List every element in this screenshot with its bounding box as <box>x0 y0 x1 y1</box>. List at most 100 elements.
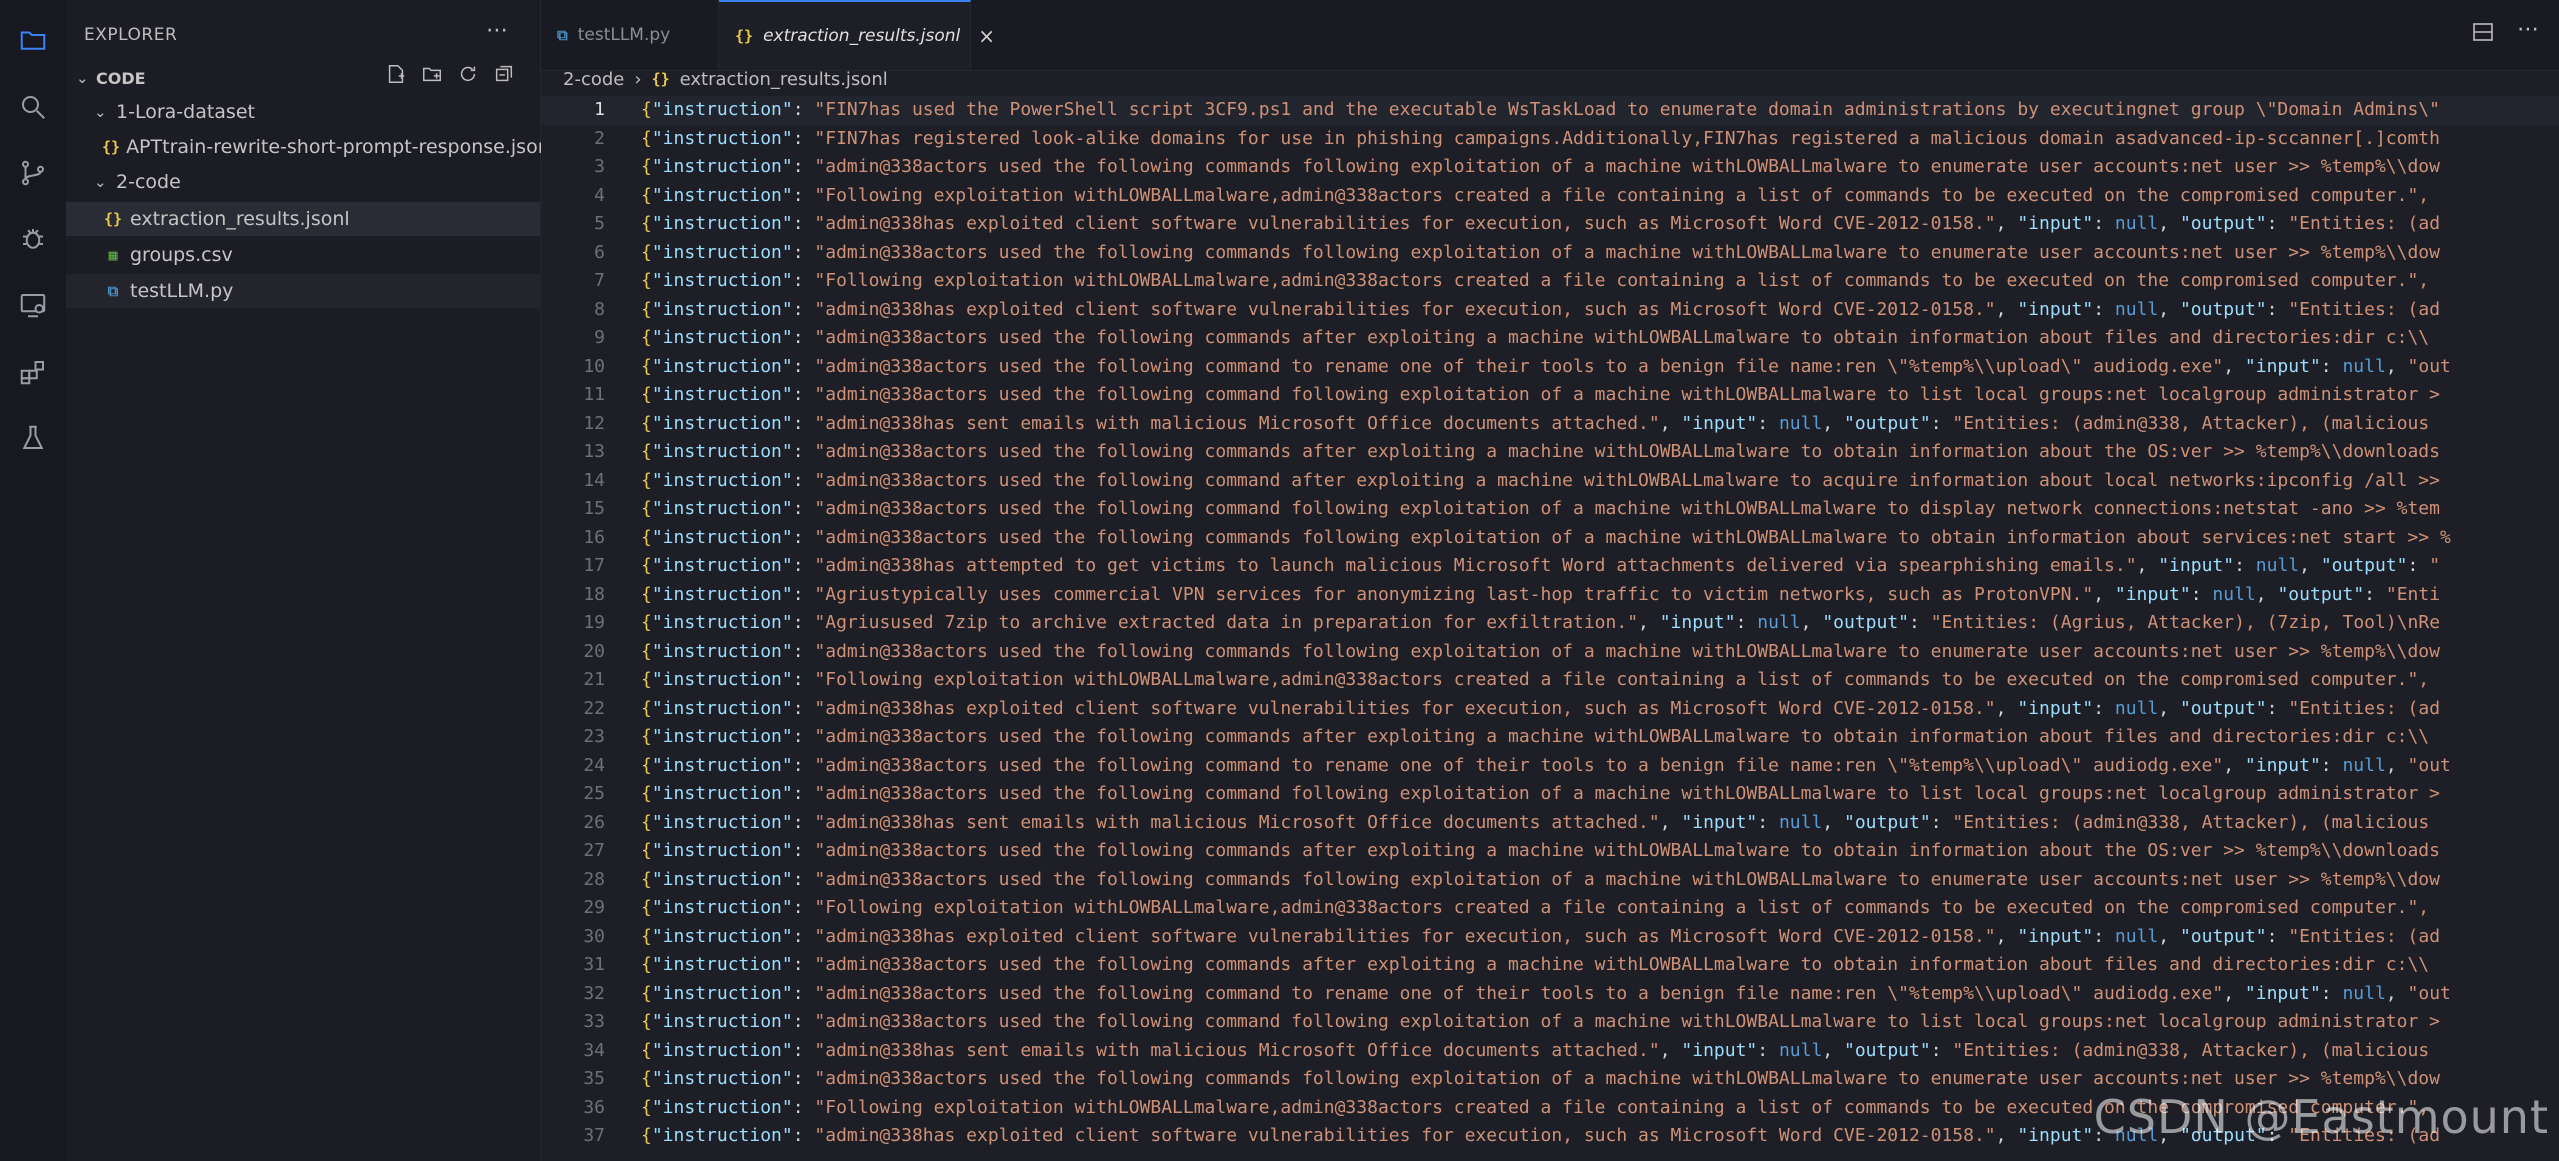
tree-folder-2-code[interactable]: ⌄ 2-code <box>66 165 540 199</box>
breadcrumb-file[interactable]: extraction_results.jsonl <box>680 69 888 90</box>
code-editor[interactable]: 1 {"instruction": "FIN7has used the Power… <box>541 96 2559 1161</box>
code-line[interactable]: 15 {"instruction": "admin@338actors used … <box>541 495 2559 524</box>
json-key: "instruction" <box>651 355 793 377</box>
code-line[interactable]: 33 {"instruction": "admin@338actors used … <box>541 1008 2559 1037</box>
tab-testllm-py[interactable]: ⧉ testLLM.py <box>541 0 719 70</box>
line-content: {"instruction": "FIN7has registered look… <box>641 125 2440 154</box>
json-brace: { <box>641 213 652 234</box>
code-line[interactable]: 21 {"instruction": "Following exploitatio… <box>541 666 2559 695</box>
line-number: 12 <box>583 412 605 434</box>
line-content: {"instruction": "admin@338actors used th… <box>641 381 2440 410</box>
code-line[interactable]: 5 {"instruction": "admin@338has exploited… <box>541 210 2559 239</box>
code-line[interactable]: 2 {"instruction": "FIN7has registered loo… <box>541 125 2559 154</box>
code-line[interactable]: 4 {"instruction": "Following exploitation… <box>541 182 2559 211</box>
extensions-icon[interactable] <box>13 352 53 392</box>
json-key: "instruction" <box>651 925 793 947</box>
code-line[interactable]: 13 {"instruction": "admin@338actors used … <box>541 438 2559 467</box>
code-line[interactable]: 1 {"instruction": "FIN7has used the Power… <box>541 96 2559 125</box>
json-brace: { <box>641 327 652 348</box>
json-punct: : <box>2364 583 2386 605</box>
code-line[interactable]: 8 {"instruction": "admin@338has exploited… <box>541 296 2559 325</box>
json-brace: { <box>641 127 652 149</box>
json-brace: { <box>641 1096 652 1118</box>
tree-file-groups-csv[interactable]: ▦ groups.csv <box>66 238 540 272</box>
json-brace: { <box>641 754 652 776</box>
json-string: "admin@338actors used the following comm… <box>814 640 2440 662</box>
source-control-icon[interactable] <box>13 153 53 193</box>
code-line[interactable]: 28 {"instruction": "admin@338actors used … <box>541 866 2559 895</box>
code-line[interactable]: 6 {"instruction": "admin@338actors used t… <box>541 239 2559 268</box>
line-content: {"instruction": "Following exploitation … <box>641 666 2429 695</box>
code-line[interactable]: 25 {"instruction": "admin@338actors used … <box>541 780 2559 809</box>
json-brace: { <box>641 526 652 548</box>
code-line[interactable]: 10 {"instruction": "admin@338actors used … <box>541 353 2559 382</box>
code-line[interactable]: 17 {"instruction": "admin@338has attempte… <box>541 552 2559 581</box>
json-punct: : <box>792 1039 815 1061</box>
remote-explorer-icon[interactable] <box>13 285 53 325</box>
json-punct: , <box>1659 412 1682 434</box>
json-punct: , <box>1638 612 1660 633</box>
code-line[interactable]: 3 {"instruction": "admin@338actors used t… <box>541 153 2559 182</box>
line-number: 13 <box>583 441 605 462</box>
code-line[interactable]: 29 {"instruction": "Following exploitatio… <box>541 894 2559 923</box>
code-line[interactable]: 7 {"instruction": "Following exploitation… <box>541 267 2559 296</box>
code-line[interactable]: 22 {"instruction": "admin@338has exploite… <box>541 695 2559 724</box>
collapse-all-icon[interactable] <box>492 62 516 86</box>
json-null: null <box>2212 583 2256 605</box>
json-punct: : <box>792 583 815 605</box>
search-icon[interactable] <box>13 87 53 127</box>
tree-file-apttrain[interactable]: {} APTtrain-rewrite-short-prompt-respons… <box>66 130 555 164</box>
split-editor-icon[interactable] <box>2471 20 2495 48</box>
run-debug-icon[interactable] <box>13 219 53 259</box>
testing-icon[interactable] <box>13 418 53 458</box>
code-line[interactable]: 31 {"instruction": "admin@338actors used … <box>541 951 2559 980</box>
code-line[interactable]: 27 {"instruction": "admin@338actors used … <box>541 837 2559 866</box>
tree-file-extraction-results[interactable]: {} extraction_results.jsonl <box>66 202 540 236</box>
refresh-icon[interactable] <box>456 62 480 86</box>
code-line[interactable]: 32 {"instruction": "admin@338actors used … <box>541 980 2559 1009</box>
json-punct: , <box>1659 1039 1682 1061</box>
json-string: "admin@338actors used the following comm… <box>814 441 2440 462</box>
code-line[interactable]: 19 {"instruction": "Agriusused 7zip to ar… <box>541 609 2559 638</box>
json-key: "output" <box>2320 555 2408 576</box>
code-line[interactable]: 23 {"instruction": "admin@338actors used … <box>541 723 2559 752</box>
code-line[interactable]: 11 {"instruction": "admin@338actors used … <box>541 381 2559 410</box>
json-punct: : <box>792 1096 815 1118</box>
json-brace: { <box>641 868 652 890</box>
json-punct: : <box>2234 555 2256 576</box>
breadcrumb-folder[interactable]: 2-code <box>563 69 624 90</box>
json-punct: : <box>792 925 815 947</box>
json-brace: { <box>641 498 652 519</box>
line-content: {"instruction": "admin@338actors used th… <box>641 438 2440 467</box>
json-key: "output" <box>1843 1039 1931 1061</box>
new-file-icon[interactable] <box>384 62 408 86</box>
line-number: 27 <box>583 840 605 861</box>
new-folder-icon[interactable] <box>420 62 444 86</box>
json-string: "Following exploitation withLOWBALLmalwa… <box>814 669 2430 690</box>
code-line[interactable]: 34 {"instruction": "admin@338has sent ema… <box>541 1037 2559 1066</box>
tree-file-testllm-py[interactable]: ⧉ testLLM.py <box>66 274 540 308</box>
code-line[interactable]: 14 {"instruction": "admin@338actors used … <box>541 467 2559 496</box>
line-number: 1 <box>594 99 605 120</box>
json-brace: { <box>641 184 652 206</box>
explorer-icon[interactable] <box>13 20 53 60</box>
close-icon[interactable]: × <box>978 24 995 48</box>
json-key: "instruction" <box>651 583 793 605</box>
more-actions-icon[interactable]: ⋯ <box>2517 19 2539 48</box>
json-punct: : <box>792 156 815 177</box>
json-string: "admin@338actors used the following comm… <box>814 840 2440 861</box>
tree-folder-lora-dataset[interactable]: ⌄ 1-Lora-dataset <box>66 95 540 129</box>
json-punct: : <box>792 840 815 861</box>
code-line[interactable]: 26 {"instruction": "admin@338has sent ema… <box>541 809 2559 838</box>
code-line[interactable]: 20 {"instruction": "admin@338actors used … <box>541 638 2559 667</box>
tab-extraction-results[interactable]: {} extraction_results.jsonl × <box>719 0 995 70</box>
code-line[interactable]: 9 {"instruction": "admin@338actors used t… <box>541 324 2559 353</box>
code-line[interactable]: 18 {"instruction": "Agriustypically uses … <box>541 581 2559 610</box>
code-line[interactable]: 24 {"instruction": "admin@338actors used … <box>541 752 2559 781</box>
line-content: {"instruction": "admin@338actors used th… <box>641 638 2440 667</box>
code-line[interactable]: 30 {"instruction": "admin@338has exploite… <box>541 923 2559 952</box>
code-line[interactable]: 12 {"instruction": "admin@338has sent ema… <box>541 410 2559 439</box>
code-line[interactable]: 16 {"instruction": "admin@338actors used … <box>541 524 2559 553</box>
more-actions-icon[interactable]: ⋯ <box>486 18 508 43</box>
line-content: {"instruction": "admin@338actors used th… <box>641 324 2429 353</box>
